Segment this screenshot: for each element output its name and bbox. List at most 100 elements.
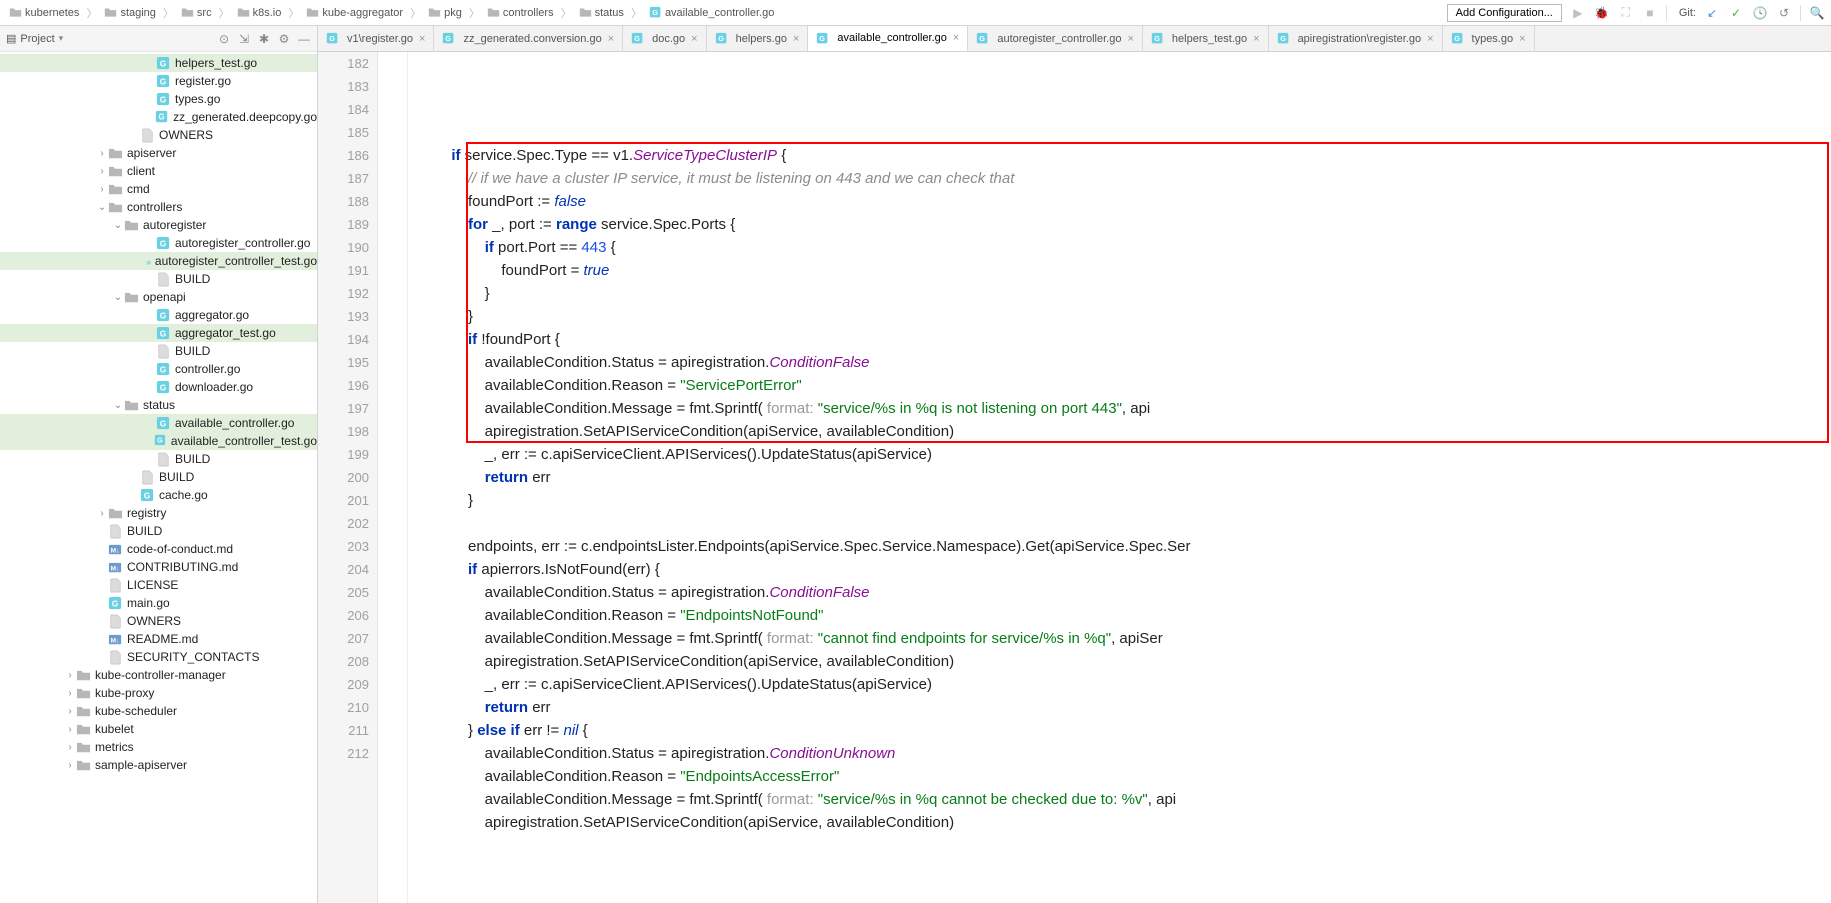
tree-node[interactable]: aggregator_test.go: [0, 324, 317, 342]
breadcrumb-item[interactable]: pkg: [425, 5, 465, 20]
tree-node[interactable]: ›sample-apiserver: [0, 756, 317, 774]
settings-icon[interactable]: ✱: [257, 32, 271, 46]
tree-node[interactable]: available_controller_test.go: [0, 432, 317, 450]
collapse-arrow-icon[interactable]: ⌄: [112, 292, 124, 303]
tree-node[interactable]: CONTRIBUTING.md: [0, 558, 317, 576]
expand-all-icon[interactable]: ⇲: [237, 32, 251, 46]
breadcrumb-item[interactable]: src: [178, 5, 215, 20]
code-line[interactable]: _, err := c.apiServiceClient.APIServices…: [418, 673, 1821, 696]
tree-node[interactable]: main.go: [0, 594, 317, 612]
code-line[interactable]: if apierrors.IsNotFound(err) {: [418, 558, 1821, 581]
add-configuration-button[interactable]: Add Configuration...: [1447, 4, 1562, 22]
collapse-arrow-icon[interactable]: ⌄: [112, 400, 124, 411]
code-line[interactable]: endpoints, err := c.endpointsLister.Endp…: [418, 535, 1821, 558]
code-line[interactable]: foundPort := false: [418, 190, 1821, 213]
code-line[interactable]: availableCondition.Status = apiregistrat…: [418, 742, 1821, 765]
collapse-arrow-icon[interactable]: ⌄: [96, 202, 108, 213]
code-line[interactable]: [418, 121, 1821, 144]
expand-arrow-icon[interactable]: ›: [96, 166, 108, 177]
tree-node[interactable]: ›kube-scheduler: [0, 702, 317, 720]
tree-node[interactable]: ›kubelet: [0, 720, 317, 738]
code-line[interactable]: apiregistration.SetAPIServiceCondition(a…: [418, 650, 1821, 673]
tree-node[interactable]: BUILD: [0, 522, 317, 540]
tree-node[interactable]: autoregister_controller_test.go: [0, 252, 317, 270]
run-with-coverage-icon[interactable]: ⛶: [1618, 5, 1634, 21]
tree-node[interactable]: register.go: [0, 72, 317, 90]
tree-node[interactable]: aggregator.go: [0, 306, 317, 324]
editor-tab[interactable]: available_controller.go×: [808, 26, 968, 52]
expand-arrow-icon[interactable]: ›: [64, 706, 76, 717]
editor-tab[interactable]: types.go×: [1443, 26, 1535, 51]
tree-node[interactable]: ⌄autoregister: [0, 216, 317, 234]
code-line[interactable]: availableCondition.Message = fmt.Sprintf…: [418, 788, 1821, 811]
expand-arrow-icon[interactable]: ›: [64, 670, 76, 681]
code-line[interactable]: foundPort = true: [418, 259, 1821, 282]
tree-node[interactable]: helpers_test.go: [0, 54, 317, 72]
tree-node[interactable]: types.go: [0, 90, 317, 108]
editor-tab[interactable]: zz_generated.conversion.go×: [434, 26, 623, 51]
code-line[interactable]: }: [418, 282, 1821, 305]
tree-node[interactable]: code-of-conduct.md: [0, 540, 317, 558]
tree-node[interactable]: autoregister_controller.go: [0, 234, 317, 252]
close-tab-icon[interactable]: ×: [1427, 33, 1433, 45]
tree-node[interactable]: ›kube-controller-manager: [0, 666, 317, 684]
tree-node[interactable]: ›cmd: [0, 180, 317, 198]
sidebar-title[interactable]: ▤ Project ▾: [6, 32, 217, 45]
tree-node[interactable]: downloader.go: [0, 378, 317, 396]
tree-node[interactable]: ›metrics: [0, 738, 317, 756]
tree-node[interactable]: ›registry: [0, 504, 317, 522]
code-line[interactable]: availableCondition.Reason = "ServicePort…: [418, 374, 1821, 397]
code-line[interactable]: availableCondition.Message = fmt.Sprintf…: [418, 627, 1821, 650]
tree-node[interactable]: BUILD: [0, 342, 317, 360]
code-line[interactable]: _, err := c.apiServiceClient.APIServices…: [418, 443, 1821, 466]
close-tab-icon[interactable]: ×: [953, 32, 959, 44]
editor-tab[interactable]: autoregister_controller.go×: [968, 26, 1143, 51]
gear-icon[interactable]: ⚙: [277, 32, 291, 46]
expand-arrow-icon[interactable]: ›: [64, 742, 76, 753]
editor-tab[interactable]: doc.go×: [623, 26, 706, 51]
breadcrumb-item[interactable]: kubernetes: [6, 5, 82, 20]
project-tree[interactable]: helpers_test.goregister.gotypes.gozz_gen…: [0, 52, 317, 903]
tree-node[interactable]: README.md: [0, 630, 317, 648]
code-line[interactable]: return err: [418, 696, 1821, 719]
close-tab-icon[interactable]: ×: [1127, 33, 1133, 45]
tree-node[interactable]: zz_generated.deepcopy.go: [0, 108, 317, 126]
tree-node[interactable]: OWNERS: [0, 126, 317, 144]
close-tab-icon[interactable]: ×: [608, 33, 614, 45]
expand-arrow-icon[interactable]: ›: [64, 688, 76, 699]
close-tab-icon[interactable]: ×: [1519, 33, 1525, 45]
expand-arrow-icon[interactable]: ›: [64, 760, 76, 771]
collapse-arrow-icon[interactable]: ⌄: [112, 220, 124, 231]
breadcrumb-item[interactable]: staging: [101, 5, 158, 20]
code-editor[interactable]: 1821831841851861871881891901911921931941…: [318, 52, 1831, 903]
breadcrumb-item[interactable]: kube-aggregator: [303, 5, 406, 20]
tree-node[interactable]: BUILD: [0, 270, 317, 288]
close-tab-icon[interactable]: ×: [691, 33, 697, 45]
tree-node[interactable]: ›kube-proxy: [0, 684, 317, 702]
tree-node[interactable]: available_controller.go: [0, 414, 317, 432]
expand-arrow-icon[interactable]: ›: [96, 184, 108, 195]
git-update-icon[interactable]: ↙: [1704, 5, 1720, 21]
code-line[interactable]: for _, port := range service.Spec.Ports …: [418, 213, 1821, 236]
code-line[interactable]: apiregistration.SetAPIServiceCondition(a…: [418, 420, 1821, 443]
tree-node[interactable]: controller.go: [0, 360, 317, 378]
run-icon[interactable]: ▶: [1570, 5, 1586, 21]
code-line[interactable]: }: [418, 305, 1821, 328]
tree-node[interactable]: OWNERS: [0, 612, 317, 630]
tree-node[interactable]: ⌄controllers: [0, 198, 317, 216]
code-line[interactable]: if !foundPort {: [418, 328, 1821, 351]
editor-tab[interactable]: v1\register.go×: [318, 26, 434, 51]
expand-arrow-icon[interactable]: ›: [64, 724, 76, 735]
tree-node[interactable]: ›client: [0, 162, 317, 180]
git-revert-icon[interactable]: ↺: [1776, 5, 1792, 21]
tree-node[interactable]: SECURITY_CONTACTS: [0, 648, 317, 666]
close-tab-icon[interactable]: ×: [419, 33, 425, 45]
tree-node[interactable]: BUILD: [0, 450, 317, 468]
git-commit-icon[interactable]: ✓: [1728, 5, 1744, 21]
scroll-from-source-icon[interactable]: ⊙: [217, 32, 231, 46]
tree-node[interactable]: ⌄status: [0, 396, 317, 414]
code-line[interactable]: return err: [418, 466, 1821, 489]
breadcrumb-item[interactable]: k8s.io: [234, 5, 285, 20]
expand-arrow-icon[interactable]: ›: [96, 508, 108, 519]
search-icon[interactable]: 🔍: [1809, 5, 1825, 21]
